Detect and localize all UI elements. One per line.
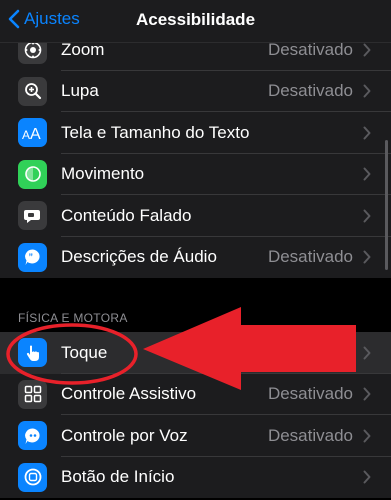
chevron-right-icon xyxy=(363,387,371,401)
settings-row-audio-descriptions[interactable]: ” Descrições de Áudio Desativado xyxy=(0,237,391,279)
row-value: Desativado xyxy=(267,384,353,404)
touch-hand-icon xyxy=(18,338,47,368)
row-label: Toque xyxy=(61,342,108,362)
row-value: Desativado xyxy=(267,247,353,267)
section-header-physical-motor: FÍSICA E MOTORA xyxy=(18,311,128,325)
magnifier-icon xyxy=(18,76,47,106)
motion-icon xyxy=(18,159,47,189)
chevron-right-icon xyxy=(363,84,371,98)
settings-row-spoken-content[interactable]: Conteúdo Falado xyxy=(0,195,391,237)
chevron-right-icon xyxy=(363,429,371,443)
settings-row-switch-control[interactable]: Controle Assistivo Desativado xyxy=(0,374,391,415)
chevron-right-icon xyxy=(363,209,371,223)
settings-row-touch[interactable]: Toque xyxy=(0,332,391,374)
settings-row-voice-control[interactable]: Controle por Voz Desativado xyxy=(0,415,391,457)
row-value: Desativado xyxy=(267,81,353,101)
svg-text:”: ” xyxy=(28,252,33,262)
home-button-icon xyxy=(18,462,47,492)
chevron-right-icon xyxy=(363,167,371,181)
chevron-right-icon xyxy=(363,346,371,360)
settings-row-home-button[interactable]: Botão de Início xyxy=(0,457,391,499)
voice-control-icon xyxy=(18,421,47,451)
chevron-right-icon xyxy=(363,126,371,140)
spoken-content-icon xyxy=(18,201,47,231)
chevron-right-icon xyxy=(363,250,371,264)
switch-control-icon xyxy=(18,379,47,409)
row-value: Desativado xyxy=(267,425,353,445)
navigation-bar: Ajustes Acessibilidade xyxy=(0,0,391,43)
svg-text:A: A xyxy=(30,126,41,141)
row-label: Controle por Voz xyxy=(61,425,188,445)
page-title: Acessibilidade xyxy=(135,10,256,29)
row-label: Botão de Início xyxy=(61,467,175,487)
settings-row-motion[interactable]: Movimento xyxy=(0,154,391,195)
svg-text:A: A xyxy=(22,128,30,141)
physical-motor-group: Toque Controle Assistivo Desativado Cont… xyxy=(0,332,391,498)
text-size-icon: AA xyxy=(18,118,47,148)
audio-descriptions-icon: ” xyxy=(18,242,47,272)
row-label: Tela e Tamanho do Texto xyxy=(61,122,250,142)
scroll-indicator xyxy=(385,140,388,270)
settings-row-display-text-size[interactable]: AA Tela e Tamanho do Texto xyxy=(0,112,391,154)
settings-row-magnifier[interactable]: Lupa Desativado xyxy=(0,71,391,112)
chevron-right-icon xyxy=(363,470,371,484)
row-label: Movimento xyxy=(61,164,145,184)
row-label: Conteúdo Falado xyxy=(61,205,192,225)
row-label: Lupa xyxy=(61,81,99,101)
chevron-right-icon xyxy=(363,43,371,57)
row-label: Descrições de Áudio xyxy=(61,247,217,267)
row-label: Controle Assistivo xyxy=(61,384,197,404)
vision-settings-group: Zoom Desativado Lupa Desativado AA Tela … xyxy=(0,29,391,278)
